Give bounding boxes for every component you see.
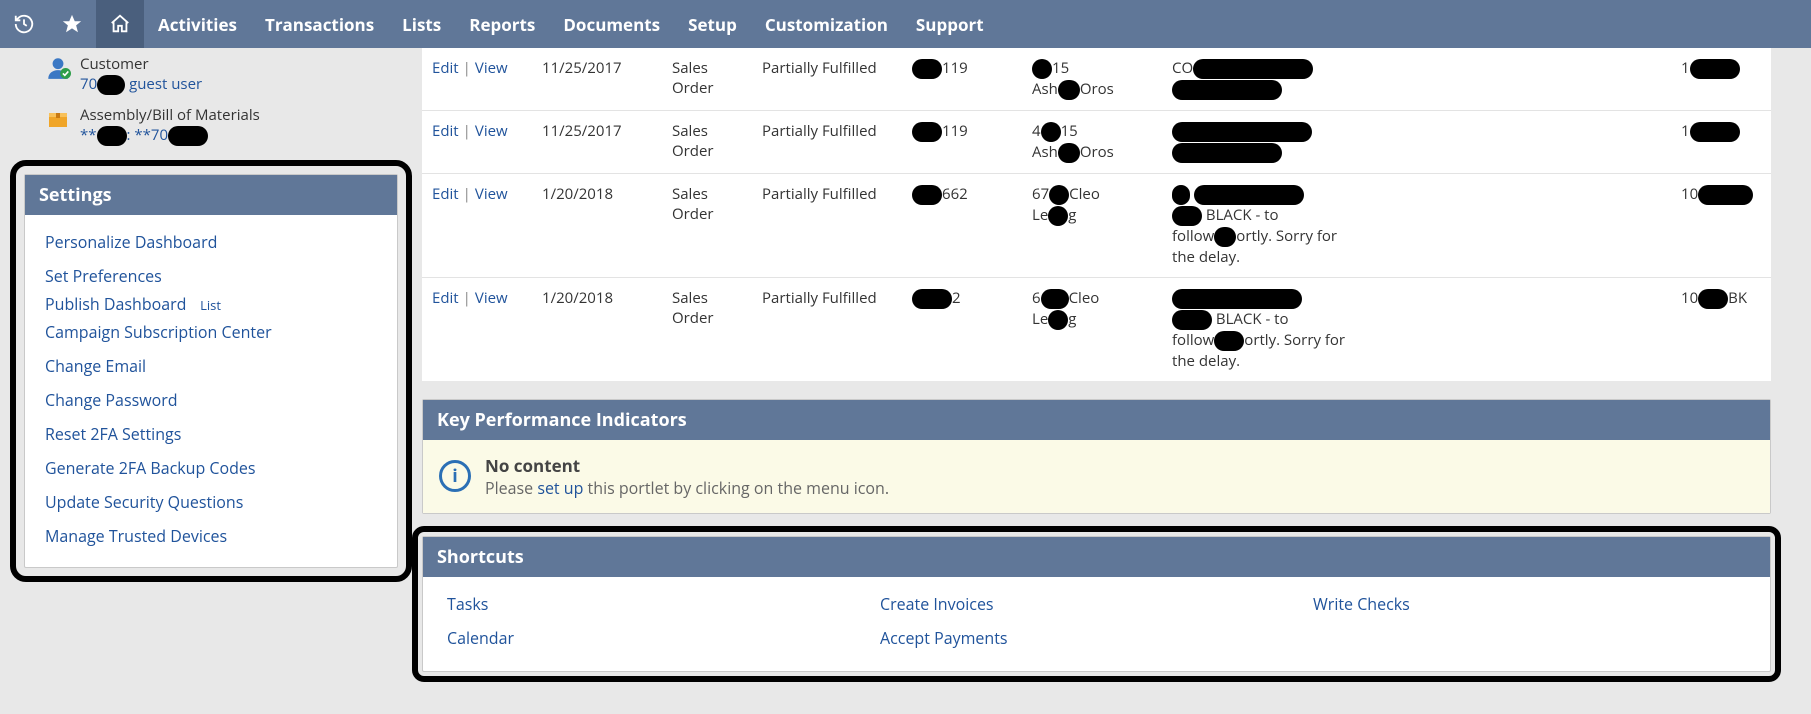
nav-documents[interactable]: Documents <box>549 0 674 48</box>
row-docnum: 119 <box>902 48 1022 110</box>
home-icon[interactable] <box>96 0 144 48</box>
row-customer: 67CleoLeg <box>1022 173 1162 277</box>
settings-header: Settings <box>25 175 397 215</box>
row-edit[interactable]: Edit <box>432 121 459 141</box>
row-view[interactable]: View <box>475 58 508 78</box>
settings-update-security-questions[interactable]: Update Security Questions <box>45 485 383 519</box>
shortcut-calendar[interactable]: Calendar <box>447 621 880 655</box>
shortcuts-header: Shortcuts <box>423 537 1770 577</box>
settings-publish-dashboard-list[interactable]: List <box>200 290 221 320</box>
nav-support[interactable]: Support <box>902 0 998 48</box>
row-status: Partially Fulfilled <box>752 173 902 277</box>
shortcut-tasks[interactable]: Tasks <box>447 587 880 621</box>
settings-reset-2fa[interactable]: Reset 2FA Settings <box>45 417 383 451</box>
kpi-header: Key Performance Indicators <box>423 400 1770 440</box>
nav-activities[interactable]: Activities <box>144 0 251 48</box>
table-row: Edit|View 11/25/2017 Sales Order Partial… <box>422 110 1771 173</box>
row-view[interactable]: View <box>475 121 508 141</box>
row-date: 1/20/2018 <box>532 173 662 277</box>
nav-setup[interactable]: Setup <box>674 0 751 48</box>
shortcuts-portlet: Shortcuts Tasks Calendar Create Invoices… <box>422 536 1771 672</box>
recent-icon[interactable] <box>0 0 48 48</box>
row-customer: 15AshOros <box>1022 48 1162 110</box>
kpi-nocontent: No content <box>485 454 889 477</box>
table-row: Edit|View 11/25/2017 Sales Order Partial… <box>422 48 1771 110</box>
row-status: Partially Fulfilled <box>752 277 902 380</box>
nav-transactions[interactable]: Transactions <box>251 0 388 48</box>
row-status: Partially Fulfilled <box>752 48 902 110</box>
quick-customer-sub: 70 guest user <box>80 74 202 95</box>
row-type: Sales Order <box>662 48 752 110</box>
settings-generate-2fa-backup[interactable]: Generate 2FA Backup Codes <box>45 451 383 485</box>
top-nav: Activities Transactions Lists Reports Do… <box>0 0 1811 48</box>
quick-assembly[interactable]: Assembly/Bill of Materials **: **70 <box>24 103 398 154</box>
shortcut-create-invoices[interactable]: Create Invoices <box>880 587 1313 621</box>
row-type: Sales Order <box>662 173 752 277</box>
settings-personalize-dashboard[interactable]: Personalize Dashboard <box>45 225 383 259</box>
row-customer: 6CleoLeg <box>1022 277 1162 380</box>
orders-table: Edit|View 11/25/2017 Sales Order Partial… <box>422 48 1771 381</box>
info-icon: i <box>439 460 471 492</box>
shortcut-write-checks[interactable]: Write Checks <box>1313 587 1746 621</box>
row-view[interactable]: View <box>475 184 508 204</box>
kpi-portlet: Key Performance Indicators i No content … <box>422 399 1771 514</box>
nav-lists[interactable]: Lists <box>388 0 455 48</box>
row-docnum: 2 <box>902 277 1022 380</box>
customer-icon <box>44 54 72 82</box>
star-icon[interactable] <box>48 0 96 48</box>
row-date: 11/25/2017 <box>532 110 662 173</box>
row-edit[interactable]: Edit <box>432 288 459 308</box>
quick-customer[interactable]: Customer 70 guest user <box>24 52 398 103</box>
row-type: Sales Order <box>662 110 752 173</box>
row-amount: 1 <box>1671 110 1771 173</box>
quick-assembly-sub: **: **70 <box>80 125 260 146</box>
row-status: Partially Fulfilled <box>752 110 902 173</box>
assembly-icon <box>44 105 72 133</box>
row-memo: CO <box>1162 48 1671 110</box>
row-amount: 10BK <box>1671 277 1771 380</box>
row-memo: BLACK - to followortly. Sorry for the de… <box>1162 173 1671 277</box>
quick-assembly-label: Assembly/Bill of Materials <box>80 105 260 125</box>
shortcut-accept-payments[interactable]: Accept Payments <box>880 621 1313 655</box>
row-docnum: 662 <box>902 173 1022 277</box>
table-row: Edit|View 1/20/2018 Sales Order Partiall… <box>422 173 1771 277</box>
row-view[interactable]: View <box>475 288 508 308</box>
settings-change-email[interactable]: Change Email <box>45 349 383 383</box>
settings-portlet: Settings Personalize Dashboard Set Prefe… <box>24 174 398 568</box>
row-date: 1/20/2018 <box>532 277 662 380</box>
row-memo <box>1162 110 1671 173</box>
row-docnum: 119 <box>902 110 1022 173</box>
row-edit[interactable]: Edit <box>432 58 459 78</box>
settings-change-password[interactable]: Change Password <box>45 383 383 417</box>
row-amount: 1 <box>1671 48 1771 110</box>
settings-manage-trusted-devices[interactable]: Manage Trusted Devices <box>45 519 383 553</box>
table-row: Edit|View 1/20/2018 Sales Order Partiall… <box>422 277 1771 380</box>
kpi-setup-link[interactable]: set up <box>537 477 583 499</box>
quick-customer-label: Customer <box>80 54 202 74</box>
kpi-message: Please set up this portlet by clicking o… <box>485 477 889 499</box>
row-date: 11/25/2017 <box>532 48 662 110</box>
settings-publish-dashboard[interactable]: Publish Dashboard <box>45 287 186 321</box>
row-type: Sales Order <box>662 277 752 380</box>
row-customer: 415AshOros <box>1022 110 1162 173</box>
settings-campaign-subscription[interactable]: Campaign Subscription Center <box>45 315 383 349</box>
row-amount: 10 <box>1671 173 1771 277</box>
nav-reports[interactable]: Reports <box>455 0 549 48</box>
row-memo: BLACK - to followortly. Sorry for the de… <box>1162 277 1671 380</box>
nav-customization[interactable]: Customization <box>751 0 902 48</box>
row-edit[interactable]: Edit <box>432 184 459 204</box>
